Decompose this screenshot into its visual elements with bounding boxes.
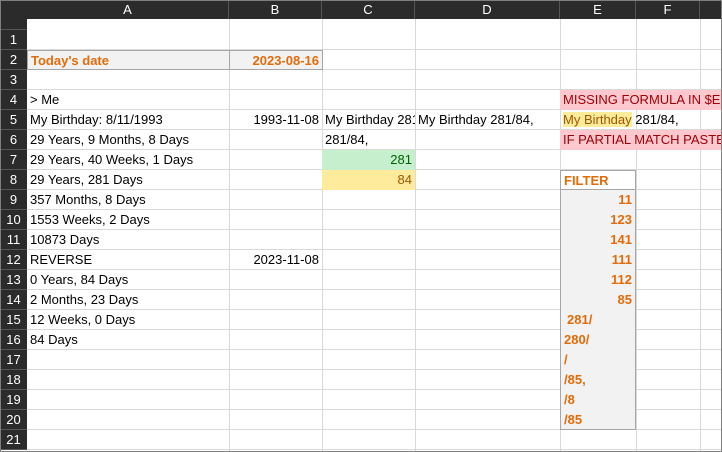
cell-a16[interactable]: 84 Days: [27, 330, 229, 350]
gridline: [322, 19, 323, 452]
filter-header[interactable]: FILTER: [560, 170, 636, 190]
cell-e5-highlight: My Birthday: [563, 112, 632, 127]
cell-c5[interactable]: My Birthday 281/84,: [322, 110, 415, 130]
row-header-1[interactable]: 1: [0, 30, 27, 50]
cell-a8[interactable]: 29 Years, 281 Days: [27, 170, 229, 190]
gridline: [27, 449, 722, 450]
cell-a15[interactable]: 12 Weeks, 0 Days: [27, 310, 229, 330]
row-header-5[interactable]: 5: [0, 110, 27, 130]
cell-a11[interactable]: 10873 Days: [27, 230, 229, 250]
row-header-14[interactable]: 14: [0, 290, 27, 310]
cell-b2[interactable]: 2023-08-16: [229, 50, 323, 70]
filter-value-e16[interactable]: 280/: [560, 330, 636, 350]
spreadsheet-grid: A B C D E F 1 2 3 4 5 6 7 8 9 10 11 12 1…: [0, 0, 722, 452]
column-header-b[interactable]: B: [229, 0, 322, 19]
cell-a5[interactable]: My Birthday: 8/11/1993: [27, 110, 229, 130]
cell-a9[interactable]: 357 Months, 8 Days: [27, 190, 229, 210]
cell-e5-text: 281/84,: [631, 112, 679, 127]
filter-value-e15[interactable]: 281/: [560, 310, 636, 330]
column-header-d[interactable]: D: [415, 0, 560, 19]
gridline: [700, 19, 701, 452]
cell-c6[interactable]: 281/84,: [322, 130, 415, 150]
row-header-16[interactable]: 16: [0, 330, 27, 350]
filter-value-e18[interactable]: /85,: [560, 370, 636, 390]
row-header-9[interactable]: 9: [0, 190, 27, 210]
row-header-13[interactable]: 13: [0, 270, 27, 290]
row-header-15[interactable]: 15: [0, 310, 27, 330]
row-header-11[interactable]: 11: [0, 230, 27, 250]
column-header-g[interactable]: [700, 0, 722, 19]
column-header-e[interactable]: E: [560, 0, 636, 19]
cell-c8[interactable]: 84: [322, 170, 415, 190]
row-header-8[interactable]: 8: [0, 170, 27, 190]
filter-value-e10[interactable]: 123: [560, 210, 636, 230]
filter-value-e12[interactable]: 111: [560, 250, 636, 270]
cell-c7[interactable]: 281: [322, 150, 415, 170]
gridline: [415, 19, 416, 452]
row-header-spacer: [0, 19, 27, 30]
row-header-19[interactable]: 19: [0, 390, 27, 410]
cell-a4[interactable]: > Me: [27, 90, 229, 110]
cell-e5[interactable]: My Birthday 281/84,: [560, 110, 722, 130]
cell-e6-note[interactable]: IF PARTIAL MATCH PASTE: [560, 130, 722, 150]
row-header-18[interactable]: 18: [0, 370, 27, 390]
cell-a14[interactable]: 2 Months, 23 Days: [27, 290, 229, 310]
cell-a13[interactable]: 0 Years, 84 Days: [27, 270, 229, 290]
cell-d5[interactable]: My Birthday 281/84,: [415, 110, 560, 130]
cell-a12[interactable]: REVERSE: [27, 250, 229, 270]
row-header-10[interactable]: 10: [0, 210, 27, 230]
row-header-21[interactable]: 21: [0, 430, 27, 450]
gridline: [636, 19, 637, 452]
row-header-12[interactable]: 12: [0, 250, 27, 270]
row-header-4[interactable]: 4: [0, 90, 27, 110]
filter-value-e11[interactable]: 141: [560, 230, 636, 250]
row-header-17[interactable]: 17: [0, 350, 27, 370]
cell-a6[interactable]: 29 Years, 9 Months, 8 Days: [27, 130, 229, 150]
cell-a10[interactable]: 1553 Weeks, 2 Days: [27, 210, 229, 230]
filter-value-e13[interactable]: 112: [560, 270, 636, 290]
row-header-3[interactable]: 3: [0, 70, 27, 90]
filter-value-e14[interactable]: 85: [560, 290, 636, 310]
row-header-7[interactable]: 7: [0, 150, 27, 170]
gridline: [229, 19, 230, 452]
filter-value-e9[interactable]: 11: [560, 190, 636, 210]
select-all-corner[interactable]: [0, 0, 27, 19]
row-header-20[interactable]: 20: [0, 410, 27, 430]
row-header-2[interactable]: 2: [0, 50, 27, 70]
column-header-a[interactable]: A: [27, 0, 229, 19]
filter-value-e17[interactable]: /: [560, 350, 636, 370]
filter-value-e20[interactable]: /85: [560, 410, 636, 430]
cell-a7[interactable]: 29 Years, 40 Weeks, 1 Days: [27, 150, 229, 170]
cell-b12[interactable]: 2023-11-08: [229, 250, 322, 270]
row-header-6[interactable]: 6: [0, 130, 27, 150]
filter-value-e19[interactable]: /8: [560, 390, 636, 410]
column-header-f[interactable]: F: [636, 0, 700, 19]
cell-b5[interactable]: 1993-11-08: [229, 110, 322, 130]
cell-e4-note[interactable]: MISSING FORMULA IN $E5: [560, 90, 722, 110]
column-header-c[interactable]: C: [322, 0, 415, 19]
cell-a2[interactable]: Today's date: [27, 50, 230, 70]
